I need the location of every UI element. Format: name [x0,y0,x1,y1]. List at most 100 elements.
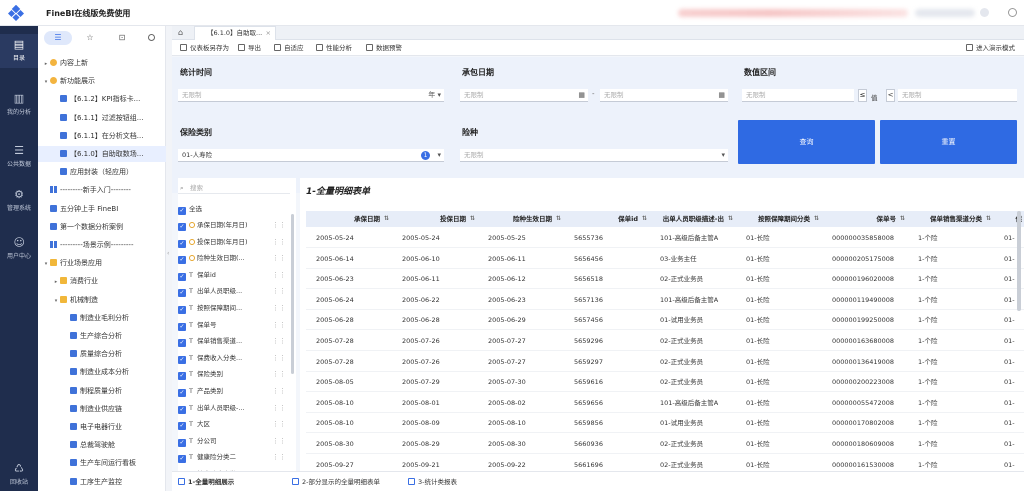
checkbox-checked-icon[interactable]: ✓ [178,223,186,231]
drag-handle-icon[interactable]: ⋮⋮ [272,434,286,448]
field-item[interactable]: ✓ T 产品类别 ⋮⋮ [178,384,290,398]
tree-item[interactable]: 制造业毛利分析 [38,310,166,326]
table-header-cell[interactable]: 保单销售渠道分类 ⇅ [908,211,994,227]
range-min-input[interactable]: 无限制 [742,89,854,102]
tree-item[interactable]: 总裁驾驶舱 [38,437,166,453]
chevron-right-icon[interactable]: ▸ [42,56,50,71]
contract-date-end[interactable]: 无限制 ▦ [600,89,728,102]
field-item[interactable]: ✓ T 大区 ⋮⋮ [178,417,290,431]
drag-handle-icon[interactable]: ⋮⋮ [272,318,286,332]
checkbox-checked-icon[interactable]: ✓ [178,355,186,364]
checkbox-checked-icon[interactable]: ✓ [178,372,186,381]
field-item[interactable]: ✓ T 保单id ⋮⋮ [178,268,290,282]
field-item[interactable]: ✓ T 按照保障期间... ⋮⋮ [178,301,290,315]
folder-tab[interactable]: ⊡ [108,31,136,45]
checkbox-checked-icon[interactable]: ✓ [178,239,186,248]
chevron-down-icon[interactable]: ▾ [437,149,441,162]
chevron-down-icon[interactable]: ▾ [42,256,50,271]
sort-icon[interactable]: ⇅ [642,211,647,227]
field-item[interactable]: ✓ 投保日期(年月日) ⋮⋮ [178,235,290,249]
drag-handle-icon[interactable]: ⋮⋮ [272,450,286,464]
tree-item[interactable]: ▾ 机械制造 [38,292,166,308]
tree-item[interactable]: 制造业供应链 [38,401,166,417]
export-button[interactable]: 导出 [238,42,261,54]
nav-item-analysis[interactable]: ▥ 我的分析 [0,88,38,122]
reset-button[interactable]: 重置 [880,120,1017,164]
bottom-tab-3[interactable]: 3-统计类报表 [408,476,457,488]
favorites-tab[interactable]: ☆ [76,31,104,45]
tree-item[interactable]: 第一个数据分析案例 [38,219,166,235]
drag-handle-icon[interactable]: ⋮⋮ [272,301,286,315]
calendar-icon[interactable]: ▦ [718,89,725,102]
sort-icon[interactable]: ⇅ [470,211,475,227]
drag-handle-icon[interactable]: ⋮⋮ [272,417,286,431]
table-row[interactable]: 2005-06-23 2005-06-11 2005-06-12 5656518 02-… [306,269,1024,290]
tree-item[interactable]: 质量综合分析 [38,346,166,362]
tree-item[interactable]: 生产车间运行看板 [38,455,166,471]
table-row[interactable]: 2005-07-28 2005-07-26 2005-07-27 5659296 02-… [306,331,1024,351]
table-row[interactable]: 2005-08-30 2005-08-29 2005-08-30 5660936 02-… [306,434,1024,454]
bottom-tab-1[interactable]: 1-全量明细展示 [178,476,234,488]
checkbox-checked-icon[interactable]: ✓ [178,339,186,348]
field-item[interactable]: ✓ T 保费收入分类... ⋮⋮ [178,351,290,365]
table-scrollbar[interactable] [1017,211,1021,311]
field-item[interactable]: ✓ T 保单销售渠道... ⋮⋮ [178,334,290,348]
tree-item[interactable]: 【6.1.1】过滤按钮组... [38,110,166,126]
table-header-cell[interactable]: 保单号 ⇅ [822,211,908,227]
table-row[interactable]: 2005-06-24 2005-06-22 2005-06-23 5657136 101… [306,290,1024,310]
sidebar-search-icon[interactable] [148,34,155,41]
drag-handle-icon[interactable]: ⋮⋮ [272,384,286,398]
drag-handle-icon[interactable]: ⋮⋮ [272,284,286,298]
select-all-checkbox[interactable]: ✓ 全选 [178,202,290,216]
chevron-down-icon[interactable]: ▾ [52,293,60,308]
tree-item[interactable]: ▾ 新功能展示 [38,73,166,89]
field-item[interactable]: ✓ T 保险类别 ⋮⋮ [178,367,290,381]
checkbox-checked-icon[interactable]: ✓ [178,455,186,464]
save-as-button[interactable]: 仪表板另存为 [180,42,229,54]
tree-item[interactable]: ---------新手入门-------- [38,182,166,198]
tree-item[interactable]: ▸ 消费行业 [38,273,166,289]
home-icon[interactable]: ⌂ [178,28,183,37]
year-dropdown[interactable]: 年 ▾ [428,89,441,102]
close-tab-icon[interactable]: × [266,27,271,40]
drag-handle-icon[interactable]: ⋮⋮ [272,218,286,232]
tree-item[interactable]: 【6.1.0】自助取数场... [38,146,166,162]
table-header-cell[interactable]: 保单id ⇅ [564,211,650,227]
checkbox-checked-icon[interactable]: ✓ [178,322,186,331]
checkbox-checked-icon[interactable]: ✓ [178,422,186,431]
drag-handle-icon[interactable]: ⋮⋮ [272,268,286,282]
query-button[interactable]: 查询 [738,120,875,164]
drag-handle-icon[interactable]: ⋮⋮ [272,367,286,381]
checkbox-checked-icon[interactable]: ✓ [178,438,186,447]
nav-item-data[interactable]: ☰ 公共数据 [0,140,38,174]
tree-item[interactable]: ---------场景示例--------- [38,237,166,253]
checkbox-checked-icon[interactable]: ✓ [178,389,186,397]
table-row[interactable]: 2005-08-10 2005-08-01 2005-08-02 5659656 101… [306,393,1024,413]
sort-icon[interactable]: ⇅ [728,211,733,227]
drag-handle-icon[interactable]: ⋮⋮ [272,235,286,249]
nav-item-catalog[interactable]: ▤ 目录 [0,34,38,68]
range-op1-select[interactable]: ≤ [858,89,867,102]
kind-select[interactable]: 无限制 ▾ [460,149,728,162]
user-avatar[interactable] [1008,8,1017,17]
list-view-tab[interactable]: ☰ [44,31,72,45]
table-row[interactable]: 2005-06-14 2005-06-10 2005-06-11 5656456 03-… [306,249,1024,269]
adaptive-button[interactable]: 自适应 [274,42,304,54]
table-header-cell[interactable]: 险种生效日期 ⇅ [478,211,564,227]
table-header-cell[interactable]: 承保日期 ⇅ [306,211,392,227]
contract-date-start[interactable]: 无限制 ▦ [460,89,588,102]
presentation-mode-button[interactable]: 进入演示模式 [966,42,1015,54]
checkbox-checked-icon[interactable]: ✓ [178,405,186,414]
alert-button[interactable]: 数据预警 [366,42,402,54]
stat-time-input[interactable]: 无限制 年 ▾ [178,89,444,102]
notification-icon[interactable] [980,8,989,17]
table-header-cell[interactable]: 出单人员职级描述-出 ⇅ [650,211,736,227]
range-op2-select[interactable]: < [886,89,895,102]
nav-item-user[interactable]: ☺ 用户中心 [0,232,38,266]
tree-item[interactable]: 五分钟上手 FineBI [38,201,166,217]
chevron-down-icon[interactable]: ▾ [42,74,50,89]
tree-item[interactable]: 制程质量分析 [38,383,166,399]
table-row[interactable]: 2005-08-10 2005-08-09 2005-08-10 5659856 01-… [306,413,1024,434]
checkbox-checked-icon[interactable]: ✓ [178,272,186,281]
table-row[interactable]: 2005-08-05 2005-07-29 2005-07-30 5659616 02-… [306,372,1024,393]
